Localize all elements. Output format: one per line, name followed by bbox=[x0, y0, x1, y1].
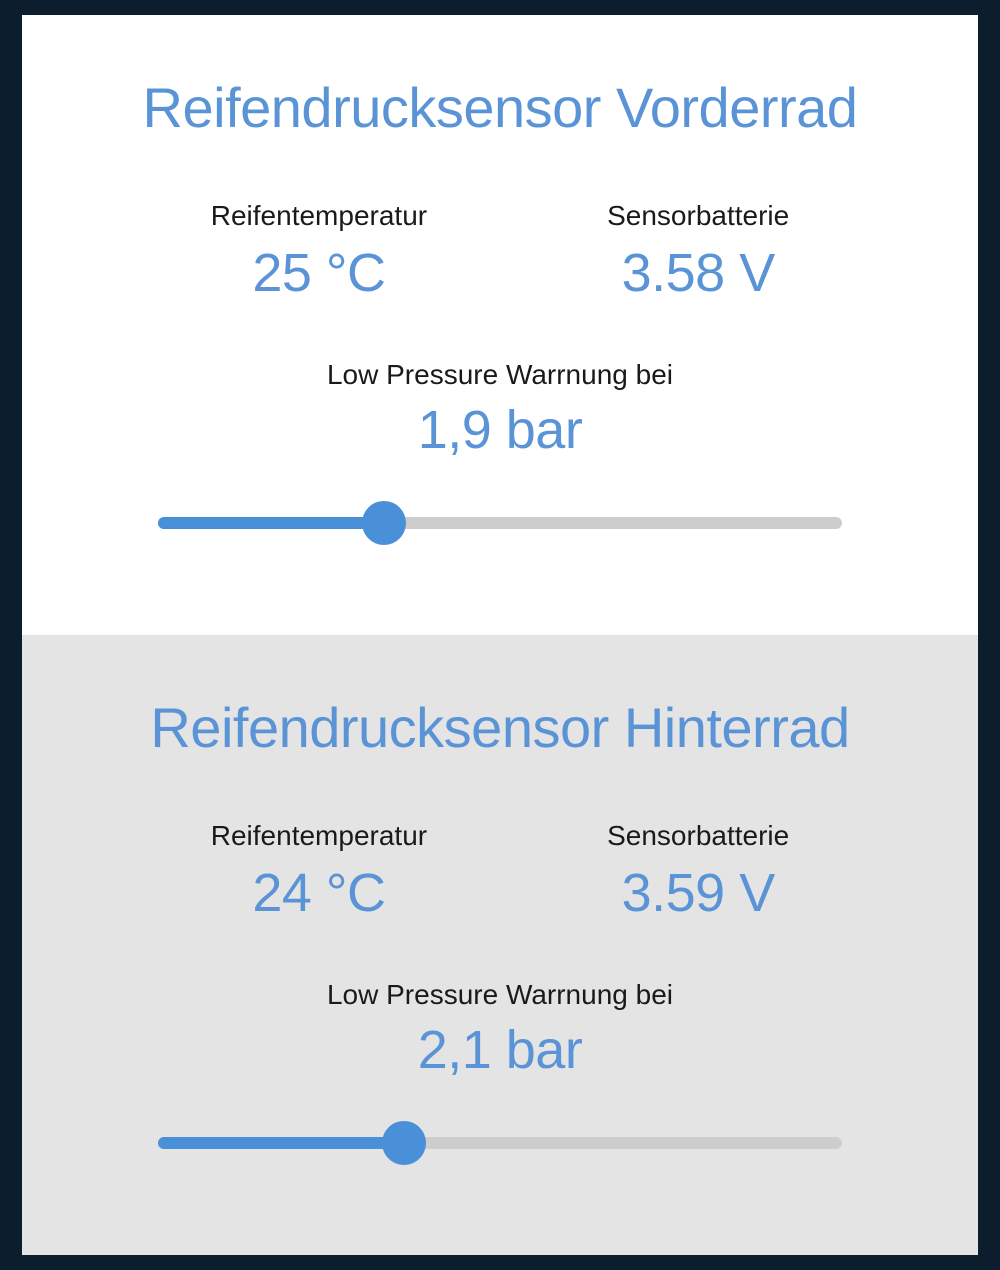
front-temperature-stat: Reifentemperatur 25 °C bbox=[211, 200, 427, 304]
rear-stats-row: Reifentemperatur 24 °C Sensorbatterie 3.… bbox=[62, 820, 938, 924]
front-stats-row: Reifentemperatur 25 °C Sensorbatterie 3.… bbox=[62, 200, 938, 304]
slider-thumb[interactable] bbox=[362, 501, 406, 545]
rear-battery-label: Sensorbatterie bbox=[607, 820, 789, 852]
rear-pressure-slider[interactable] bbox=[158, 1121, 842, 1165]
front-temperature-value: 25 °C bbox=[211, 242, 427, 304]
slider-fill bbox=[158, 517, 384, 529]
front-tire-panel: Reifendrucksensor Vorderrad Reifentemper… bbox=[22, 15, 978, 635]
front-temperature-label: Reifentemperatur bbox=[211, 200, 427, 232]
front-panel-title: Reifendrucksensor Vorderrad bbox=[62, 75, 938, 140]
rear-temperature-stat: Reifentemperatur 24 °C bbox=[211, 820, 427, 924]
rear-warning-label: Low Pressure Warrnung bei bbox=[62, 979, 938, 1011]
rear-temperature-label: Reifentemperatur bbox=[211, 820, 427, 852]
rear-battery-value: 3.59 V bbox=[607, 862, 789, 924]
slider-fill bbox=[158, 1137, 404, 1149]
front-battery-label: Sensorbatterie bbox=[607, 200, 789, 232]
front-warning-label: Low Pressure Warrnung bei bbox=[62, 359, 938, 391]
front-battery-value: 3.58 V bbox=[607, 242, 789, 304]
front-battery-stat: Sensorbatterie 3.58 V bbox=[607, 200, 789, 304]
rear-temperature-value: 24 °C bbox=[211, 862, 427, 924]
settings-modal: Reifendrucksensor Vorderrad Reifentemper… bbox=[22, 15, 978, 1255]
slider-thumb[interactable] bbox=[382, 1121, 426, 1165]
rear-tire-panel: Reifendrucksensor Hinterrad Reifentemper… bbox=[22, 635, 978, 1255]
rear-panel-title: Reifendrucksensor Hinterrad bbox=[62, 695, 938, 760]
front-pressure-slider[interactable] bbox=[158, 501, 842, 545]
front-warning-value: 1,9 bar bbox=[62, 399, 938, 461]
rear-warning-value: 2,1 bar bbox=[62, 1019, 938, 1081]
rear-battery-stat: Sensorbatterie 3.59 V bbox=[607, 820, 789, 924]
